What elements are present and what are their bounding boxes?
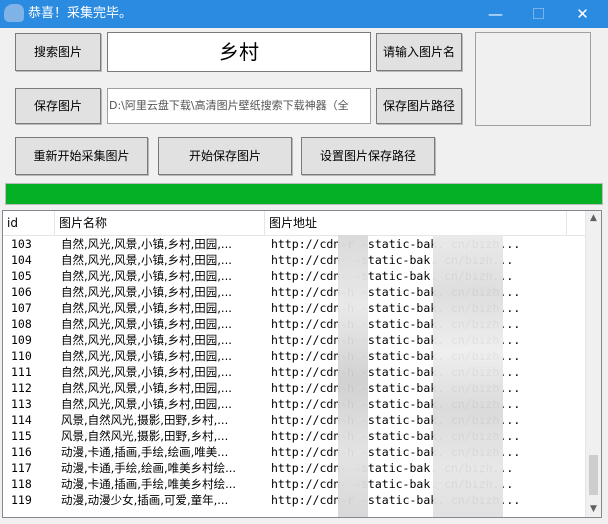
image-list[interactable]: id 图片名称 图片地址 103 自然,风光,风景,小镇,乡村,田园,... htt… — [2, 210, 602, 518]
row-url: http://cdn-h -static-bak. cn/bizh... — [271, 397, 521, 411]
app-icon — [4, 4, 24, 22]
vertical-scrollbar[interactable]: ▲ ▼ — [585, 211, 601, 517]
row-url: http://cdn- -static-bak. cn/bizh... — [271, 477, 514, 491]
row-url: http://cdn-r -static-bak. cn/bizh... — [271, 493, 521, 507]
row-url: http://cdn-h -static-bak. cn/bizh... — [271, 429, 521, 443]
row-id: 108 — [11, 317, 32, 331]
scroll-down-icon[interactable]: ▼ — [586, 502, 601, 517]
column-url[interactable]: 图片地址 — [265, 211, 567, 235]
maximize-icon: ☐ — [531, 5, 546, 23]
row-name: 自然,风光,风景,小镇,乡村,田园,... — [61, 237, 232, 251]
row-name: 自然,风光,风景,小镇,乡村,田园,... — [61, 301, 232, 315]
start-save-button[interactable]: 开始保存图片 — [158, 137, 292, 175]
progress-fill — [6, 184, 602, 204]
row-url: http://cdn-r -static-bak. cn/bizh... — [271, 237, 521, 251]
row-url: http://cdn-h -static-bak. cn/bizh... — [271, 413, 521, 427]
row-id: 103 — [11, 237, 32, 251]
row-url: http://cdn- -static-bak. cn/bizh... — [271, 461, 514, 475]
window-title: 恭喜！采集完毕。 — [28, 6, 133, 21]
scroll-up-icon[interactable]: ▲ — [586, 211, 601, 226]
progress-bar — [5, 183, 603, 205]
row-url: http://cdn- -static-bak. cn/bizh... — [271, 253, 514, 267]
redaction-block — [338, 235, 368, 517]
row-id: 109 — [11, 333, 32, 347]
row-url: http://cdn-h -static-bak. cn/bizh... — [271, 381, 521, 395]
row-name: 动漫,动漫少女,插画,可爱,童年,... — [61, 493, 229, 507]
row-name: 自然,风光,风景,小镇,乡村,田园,... — [61, 349, 232, 363]
row-name: 自然,风光,风景,小镇,乡村,田园,... — [61, 285, 232, 299]
row-id: 116 — [11, 445, 32, 459]
row-name: 自然,风光,风景,小镇,乡村,田园,... — [61, 317, 232, 331]
row-id: 118 — [11, 477, 32, 491]
row-id: 114 — [11, 413, 32, 427]
row-name: 动漫,卡通,手绘,绘画,唯美乡村绘... — [61, 461, 237, 475]
save-image-button[interactable]: 保存图片 — [15, 88, 101, 124]
row-url: http://cdn-h -static-bak. cn/bizh... — [271, 301, 521, 315]
row-id: 112 — [11, 381, 32, 395]
row-url: http://cdn- -static-bak. cn/bizh... — [271, 269, 514, 283]
scroll-thumb[interactable] — [589, 455, 598, 495]
list-header: id 图片名称 图片地址 — [3, 211, 588, 236]
row-url: http://cdn-h -static-bak. cn/bizh... — [271, 285, 521, 299]
row-name: 自然,风光,风景,小镇,乡村,田园,... — [61, 381, 232, 395]
save-path-field[interactable]: D:\阿里云盘下载\高清图片壁纸搜索下载神器（全 — [107, 88, 371, 124]
row-url: http://cdn-h -static-bak. cn/bizh... — [271, 333, 521, 347]
row-id: 113 — [11, 397, 32, 411]
row-url: http://cdn-h -static-bak. cn/bizh... — [271, 365, 521, 379]
row-name: 自然,风光,风景,小镇,乡村,田园,... — [61, 253, 232, 267]
search-input[interactable]: 乡村 — [107, 32, 371, 72]
set-save-path-button[interactable]: 设置图片保存路径 — [301, 137, 435, 175]
row-id: 115 — [11, 429, 32, 443]
save-path-button[interactable]: 保存图片路径 — [376, 88, 462, 124]
redaction-block — [433, 235, 503, 517]
search-image-button[interactable]: 搜索图片 — [15, 33, 101, 71]
row-id: 104 — [11, 253, 32, 267]
row-id: 106 — [11, 285, 32, 299]
column-name[interactable]: 图片名称 — [55, 211, 265, 235]
row-id: 110 — [11, 349, 32, 363]
row-id: 107 — [11, 301, 32, 315]
restart-collect-button[interactable]: 重新开始采集图片 — [15, 137, 148, 175]
row-name: 自然,风光,风景,小镇,乡村,田园,... — [61, 365, 232, 379]
row-name: 自然,风光,风景,小镇,乡村,田园,... — [61, 333, 232, 347]
column-id[interactable]: id — [3, 211, 55, 235]
row-name: 动漫,卡通,插画,手绘,唯美乡村绘... — [61, 477, 237, 491]
title-bar: 恭喜！采集完毕。 — ☐ ✕ — [0, 0, 608, 28]
row-name: 风景,自然风光,摄影,田野,乡村,... — [61, 429, 229, 443]
row-id: 105 — [11, 269, 32, 283]
row-name: 自然,风光,风景,小镇,乡村,田园,... — [61, 397, 232, 411]
row-id: 119 — [11, 493, 32, 507]
minimize-icon[interactable]: — — [473, 0, 518, 28]
row-name: 动漫,卡通,插画,手绘,绘画,唯美... — [61, 445, 229, 459]
enter-image-name-button[interactable]: 请输入图片名 — [376, 33, 462, 71]
row-id: 111 — [11, 365, 32, 379]
row-name: 风景,自然风光,摄影,田野,乡村,... — [61, 413, 229, 427]
row-url: http://cdn-h -static-bak. cn/bizh... — [271, 445, 521, 459]
close-icon[interactable]: ✕ — [560, 0, 605, 28]
image-preview — [475, 32, 591, 126]
row-url: http://cdn-h -static-bak. cn/bizh... — [271, 349, 521, 363]
row-id: 117 — [11, 461, 32, 475]
row-url: http://cdn-h -static-bak. cn/bizh... — [271, 317, 521, 331]
row-name: 自然,风光,风景,小镇,乡村,田园,... — [61, 269, 232, 283]
